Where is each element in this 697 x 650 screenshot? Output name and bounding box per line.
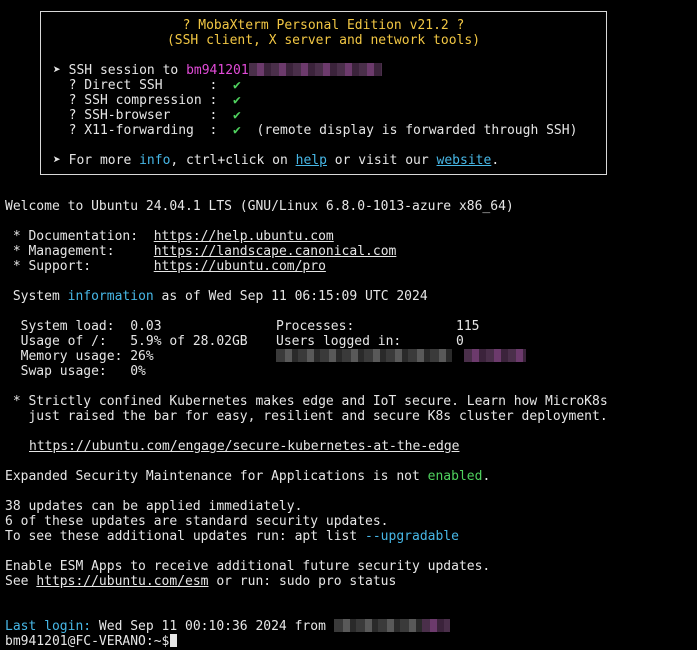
management-link[interactable]: https://landscape.canonical.com: [154, 244, 397, 259]
stat-usage: Usage of /: 5.9% of 28.02GB: [5, 334, 248, 349]
system-info-line: System information as of Wed Sep 11 06:1…: [5, 289, 428, 304]
stat-swap: Swap usage: 0%: [5, 364, 146, 379]
mobaxterm-banner: ? MobaXterm Personal Edition v21.2 ? (SS…: [40, 11, 607, 175]
welcome-line: Welcome to Ubuntu 24.04.1 LTS (GNU/Linux…: [5, 199, 514, 214]
doc-line-management: * Management: https://landscape.canonica…: [5, 244, 397, 259]
esm-link[interactable]: https://ubuntu.com/esm: [36, 574, 208, 589]
check-icon: ✔: [233, 93, 241, 108]
last-login-label: Last login:: [5, 619, 92, 634]
option-ssh-browser: ? SSH-browser : ✔: [53, 108, 241, 123]
check-icon: ✔: [233, 78, 241, 93]
doc-line-documentation: * Documentation: https://help.ubuntu.com: [5, 229, 334, 244]
k8s-line-2: just raised the bar for easy, resilient …: [5, 409, 608, 424]
k8s-link: https://ubuntu.com/engage/secure-kuberne…: [29, 439, 460, 454]
redacted-login-host: [333, 619, 422, 632]
enabled-word: enabled: [427, 469, 483, 484]
redacted-ip-row: [276, 349, 526, 364]
session-user: bm941201: [186, 63, 249, 78]
help-link[interactable]: help: [296, 153, 327, 168]
ssh-session-line: ➤ SSH session to bm941201: [53, 63, 382, 78]
stat-system-load: System load: 0.03: [5, 319, 162, 334]
stat-processes: Processes: 115: [276, 319, 480, 334]
option-ssh-compression: ? SSH compression : ✔: [53, 93, 241, 108]
support-link[interactable]: https://ubuntu.com/pro: [154, 259, 326, 274]
esm-see-line: See https://ubuntu.com/esm or run: sudo …: [5, 574, 397, 589]
info-link[interactable]: info: [139, 153, 170, 168]
updates-line-2: 6 of these updates are standard security…: [5, 514, 389, 529]
banner-subtitle: (SSH client, X server and network tools): [166, 33, 481, 48]
doc-line-support: * Support: https://ubuntu.com/pro: [5, 259, 326, 274]
banner-title: ? MobaXterm Personal Edition v21.2 ?: [182, 18, 465, 33]
updates-line-1: 38 updates can be applied immediately.: [5, 499, 303, 514]
redacted-host: [248, 63, 382, 76]
shell-prompt[interactable]: bm941201@FC-VERANO:~$: [5, 634, 178, 649]
last-login-line: Last login: Wed Sep 11 00:10:36 2024 fro…: [5, 619, 450, 634]
text-cursor: [170, 634, 178, 647]
esm-line: Expanded Security Maintenance for Applic…: [5, 469, 491, 484]
more-info-line: ➤ For more info, ctrl+click on help or v…: [53, 153, 500, 168]
option-x11-forwarding: ? X11-forwarding : ✔ (remote display is …: [53, 123, 578, 138]
check-icon: ✔: [233, 123, 241, 138]
website-link[interactable]: website: [437, 153, 492, 168]
stat-memory: Memory usage: 26%: [5, 349, 154, 364]
k8s-line-1: * Strictly confined Kubernetes makes edg…: [5, 394, 608, 409]
information-word: information: [67, 289, 154, 304]
upgradable-flag: --upgradable: [365, 529, 459, 544]
esm-apps-line: Enable ESM Apps to receive additional fu…: [5, 559, 491, 574]
stat-users-logged-in: Users logged in: 0: [276, 334, 464, 349]
terminal-window[interactable]: ? MobaXterm Personal Edition v21.2 ? (SS…: [0, 0, 697, 650]
documentation-link[interactable]: https://help.ubuntu.com: [154, 229, 334, 244]
option-direct-ssh: ? Direct SSH : ✔: [53, 78, 241, 93]
updates-cmd-line: To see these additional updates run: apt…: [5, 529, 459, 544]
check-icon: ✔: [233, 108, 241, 123]
